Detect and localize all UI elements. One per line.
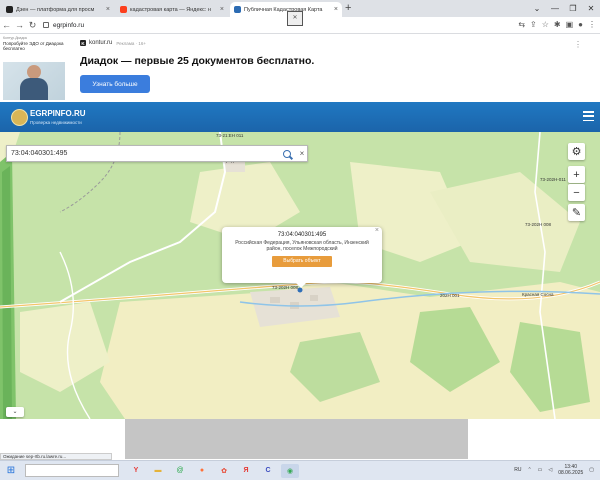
ccleaner-icon[interactable]: C	[259, 464, 277, 478]
yandex-browser-icon[interactable]: Y	[127, 464, 145, 478]
translate-icon[interactable]: ⇆	[518, 20, 525, 29]
cadastral-search-box[interactable]: 73:04:040301:495 ×	[6, 145, 308, 162]
date: 08.06.2025	[558, 470, 584, 476]
search-icon[interactable]	[283, 149, 291, 158]
reload-icon[interactable]: ↻	[26, 20, 39, 31]
parcel-address: Российская Федерация, Ульяновская област…	[235, 240, 369, 252]
volume-icon[interactable]: ◁	[548, 467, 552, 473]
minus-icon: −	[573, 186, 580, 199]
ruler-button[interactable]: ✎	[568, 204, 585, 221]
language-indicator[interactable]: RU	[514, 467, 521, 473]
select-object-button[interactable]: Выбрать объект	[272, 256, 332, 267]
profile-icon[interactable]: ●	[578, 20, 583, 29]
share-icon[interactable]: ⇪	[530, 20, 537, 29]
parcel-number: 73:04:040301:495	[277, 232, 327, 238]
firefox-icon[interactable]: ●	[193, 464, 211, 478]
tab-yandex[interactable]: кадастровая карта — Яндекс: н ×	[116, 2, 228, 17]
settings-button[interactable]: ⚙	[568, 143, 585, 160]
network-icon[interactable]: ▭	[538, 467, 543, 473]
tab-cadastral-map[interactable]: Публичная Кадастровая Карта ×	[230, 2, 342, 17]
site-header: EGRPINFO.RU Проверка недвижимости	[0, 102, 600, 132]
url-field[interactable]: egrpinfo.ru	[43, 22, 84, 29]
ad-headline[interactable]: Диадок — первые 25 документов бесплатно.	[80, 55, 314, 67]
forward-icon[interactable]: →	[13, 20, 26, 30]
broken-image-icon: ✕	[287, 11, 303, 26]
close-icon[interactable]: ×	[334, 6, 338, 13]
road-label: 73-202Н-011	[540, 177, 566, 182]
url-text: egrpinfo.ru	[53, 21, 85, 29]
dzen-icon	[6, 6, 13, 13]
road-label: 73-21:ЕН 011	[216, 133, 244, 138]
close-icon[interactable]: ×	[220, 6, 224, 13]
ad-site-name: kontur.ru	[89, 40, 113, 46]
parcel-popup: × 73:04:040301:495 Российская Федерация,…	[222, 227, 382, 288]
sidebar-icon[interactable]: ▣	[566, 20, 574, 29]
clock[interactable]: 13:40 08.06.2025	[558, 464, 583, 476]
clear-search-button[interactable]: ×	[297, 149, 307, 158]
mail-icon[interactable]: @	[171, 464, 189, 478]
notifications-icon[interactable]: ▢	[589, 467, 594, 473]
tab-title: кадастровая карта — Яндекс: н	[130, 6, 211, 13]
learn-more-button[interactable]: Узнать больше	[80, 75, 150, 93]
status-bar: Ожидание sep-rtb.ru.lawre.ru...	[0, 453, 112, 460]
taskbar-search-field[interactable]	[25, 464, 119, 477]
zoom-out-button[interactable]: −	[568, 184, 585, 201]
dots-app-icon[interactable]: ✿	[215, 464, 233, 478]
lock-icon[interactable]	[43, 22, 49, 28]
yandex-icon	[120, 6, 127, 13]
menu-icon[interactable]: ⋮	[588, 20, 596, 29]
close-icon[interactable]: ×	[106, 6, 110, 13]
plus-icon: +	[573, 168, 580, 181]
ad-banner[interactable]: Контур.Диадок Попробуйте ЭДО от Диадока …	[0, 34, 600, 102]
site-logo[interactable]: EGRPINFO.RU	[30, 109, 86, 118]
ad-marker: Реклама · 16+	[116, 40, 147, 46]
minimize-button[interactable]: —	[546, 0, 564, 17]
back-icon[interactable]: ←	[0, 20, 13, 30]
site-subtitle: Проверка недвижимости	[30, 120, 82, 125]
yandex-icon[interactable]: Я	[237, 464, 255, 478]
close-window-button[interactable]: ✕	[582, 0, 600, 17]
file-explorer-icon[interactable]: ▬	[149, 464, 167, 478]
tray-chevron-icon[interactable]: ⌃	[527, 467, 531, 473]
hamburger-menu-icon[interactable]	[583, 111, 594, 121]
ad-menu-icon[interactable]: ⋮	[574, 40, 582, 49]
start-icon[interactable]: ⊞	[2, 464, 20, 478]
kontur-icon: K	[80, 40, 86, 46]
zoom-in-button[interactable]: +	[568, 166, 585, 183]
chevron-down-icon[interactable]: ⌄	[528, 0, 546, 17]
ad-placeholder	[125, 419, 468, 459]
gear-icon: ⚙	[571, 146, 582, 158]
ad-photo	[3, 62, 65, 100]
ad-brand: Контур.Диадок	[3, 36, 27, 40]
collapse-button[interactable]: ⌄	[6, 407, 24, 417]
locality-label: Красная Сосна	[522, 292, 554, 297]
toolbar-icons: ⇆ ⇪ ☆ ✱ ▣ ● ⋮	[518, 20, 596, 29]
tab-title: Дзен — платформа для просм	[16, 6, 95, 13]
ad-site[interactable]: K kontur.ru Реклама · 16+	[80, 40, 146, 46]
ad-creative[interactable]: Контур.Диадок Попробуйте ЭДО от Диадока …	[3, 36, 65, 100]
chrome-icon[interactable]: ◉	[281, 463, 299, 478]
ruler-icon: ✎	[571, 207, 582, 219]
close-popup-icon[interactable]: ×	[375, 227, 379, 234]
road-label: 202Н 001	[440, 293, 460, 298]
extensions-icon[interactable]: ✱	[554, 20, 561, 29]
road-label: 73-202Н 008	[272, 285, 299, 290]
emblem-icon[interactable]	[11, 109, 28, 126]
shield-icon	[234, 6, 241, 13]
maximize-button[interactable]: ❐	[564, 0, 582, 17]
new-tab-button[interactable]: +	[345, 2, 351, 14]
window-controls: ⌄ — ❐ ✕	[528, 0, 600, 17]
road-label: 73-202Н 008	[525, 222, 552, 227]
bookmark-icon[interactable]: ☆	[542, 20, 549, 29]
search-input[interactable]: 73:04:040301:495	[7, 150, 283, 157]
ad-tagline: Попробуйте ЭДО от Диадока бесплатно	[3, 41, 64, 51]
taskbar: ⊞ Y ▬ @ ● ✿ Я C ◉ RU ⌃ ▭ ◁ 13:40 08.06.2…	[0, 460, 600, 480]
tab-dzen[interactable]: Дзен — платформа для просм ×	[2, 2, 114, 17]
system-tray: RU ⌃ ▭ ◁ 13:40 08.06.2025 ▢	[514, 464, 594, 476]
